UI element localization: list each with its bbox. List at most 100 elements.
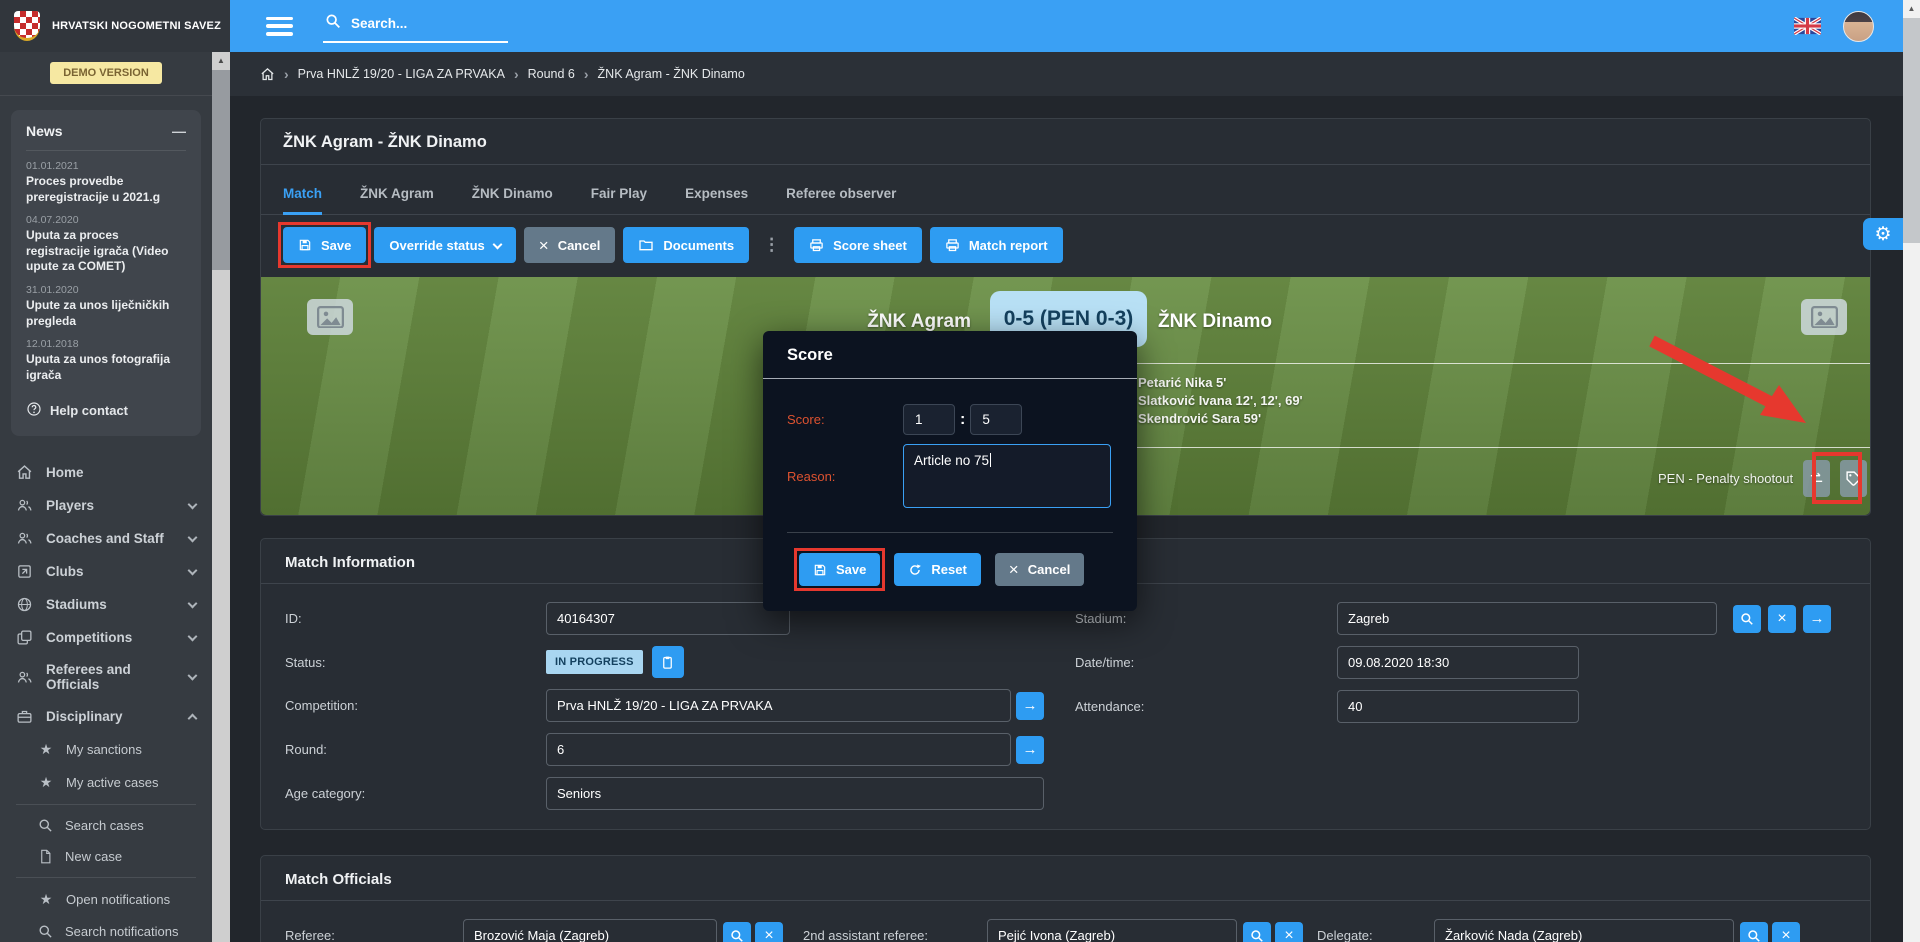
stadium-clear-button[interactable]: × (1768, 605, 1796, 633)
page-title: ŽNK Agram - ŽNK Dinamo (261, 119, 1870, 164)
settings-gear-button[interactable]: ⚙ (1863, 218, 1903, 250)
modal-title: Score (763, 331, 1137, 379)
close-icon: × (764, 928, 773, 942)
swap-score-button[interactable] (1803, 460, 1830, 497)
breadcrumb-round[interactable]: Round 6 (528, 67, 575, 81)
datetime-label: Date/time: (1075, 655, 1337, 670)
reason-field[interactable]: Article no 75 (903, 444, 1111, 508)
scrollbar-thumb[interactable] (1903, 18, 1920, 243)
sidebar-item-home[interactable]: Home (0, 456, 212, 489)
assistant2-field[interactable] (987, 919, 1237, 942)
modal-save-button[interactable]: Save (799, 553, 880, 586)
tab-znk-agram[interactable]: ŽNK Agram (360, 186, 434, 215)
star-icon: ★ (38, 741, 54, 758)
stadiums-globe-icon (16, 596, 33, 613)
news-link[interactable]: Upute za unos liječničkih pregleda (26, 298, 186, 329)
delegate-search-button[interactable] (1740, 922, 1768, 942)
sidebar-item-coaches-and-staff[interactable]: Coaches and Staff (0, 522, 212, 555)
collapse-minus-icon[interactable]: — (172, 123, 186, 139)
goto-round-button[interactable]: → (1016, 736, 1044, 764)
referee-clear-button[interactable]: × (755, 922, 783, 942)
save-button[interactable]: Save (283, 227, 366, 263)
tag-score-button[interactable] (1840, 460, 1867, 497)
tab-fair-play[interactable]: Fair Play (591, 186, 647, 215)
toolbar: Save Override status × Cancel Documents … (261, 215, 1870, 277)
language-uk-flag-icon[interactable] (1794, 17, 1821, 35)
attendance-field[interactable] (1337, 690, 1579, 723)
stadium-field[interactable] (1337, 602, 1717, 635)
assistant2-search-button[interactable] (1243, 922, 1271, 942)
scrollbar-thumb[interactable] (212, 70, 230, 270)
global-search[interactable] (323, 10, 508, 43)
sidebar-item-referees-and-officials[interactable]: Referees and Officials (0, 654, 212, 700)
hamburger-menu-icon[interactable] (266, 17, 293, 36)
scroll-up-arrow-icon[interactable]: ▲ (212, 52, 230, 69)
override-status-button[interactable]: Override status (374, 227, 515, 263)
user-avatar[interactable] (1843, 11, 1874, 42)
assistant2-clear-button[interactable]: × (1275, 922, 1303, 942)
home-icon (16, 464, 33, 481)
tab-znk-dinamo[interactable]: ŽNK Dinamo (472, 186, 553, 215)
id-field[interactable] (546, 602, 790, 635)
status-history-button[interactable] (652, 646, 684, 678)
home-score-field[interactable] (903, 404, 955, 435)
score-sheet-button[interactable]: Score sheet (794, 227, 922, 263)
sidebar-item-players[interactable]: Players (0, 489, 212, 522)
clubs-icon (16, 563, 33, 580)
sidebar-item-disciplinary[interactable]: Disciplinary (0, 700, 212, 733)
breadcrumb-competition[interactable]: Prva HNLŽ 19/20 - LIGA ZA PRVAKA (298, 67, 505, 81)
sidebar-item-search-notifications[interactable]: Search notifications (0, 916, 212, 942)
help-contact-link[interactable]: Help contact (26, 401, 186, 420)
competition-field[interactable] (546, 689, 1011, 722)
scorer-line: Slatković Ivana 12', 12', 69' (1138, 392, 1303, 410)
goto-competition-button[interactable]: → (1016, 692, 1044, 720)
news-panel: News — 01.01.2021 Proces provedbe prereg… (11, 110, 201, 436)
stadium-label: Stadium: (1075, 611, 1337, 626)
sidebar-item-my-sanctions[interactable]: ★ My sanctions (0, 733, 212, 766)
sidebar-scrollbar[interactable]: ▲ (212, 52, 230, 942)
tab-expenses[interactable]: Expenses (685, 186, 748, 215)
text-cursor (990, 453, 991, 467)
kebab-dots-icon[interactable]: ⋮ (757, 235, 786, 255)
printer-icon (809, 238, 824, 253)
away-score-field[interactable] (970, 404, 1022, 435)
sidebar-item-stadiums[interactable]: Stadiums (0, 588, 212, 621)
referee-search-button[interactable] (723, 922, 751, 942)
documents-button[interactable]: Documents (623, 227, 749, 263)
divider (16, 877, 196, 878)
search-input[interactable] (351, 16, 491, 31)
score-separator: : (960, 411, 965, 429)
tab-match[interactable]: Match (283, 186, 322, 215)
sidebar-item-clubs[interactable]: Clubs (0, 555, 212, 588)
delegate-label: Delegate: (1317, 928, 1434, 942)
age-category-field[interactable] (546, 777, 1044, 810)
tab-referee-observer[interactable]: Referee observer (786, 186, 896, 215)
delegate-clear-button[interactable]: × (1772, 922, 1800, 942)
search-icon (1740, 612, 1754, 626)
main-scrollbar[interactable]: ▲ (1903, 0, 1920, 942)
modal-reset-button[interactable]: Reset (894, 553, 980, 586)
news-link[interactable]: Uputa za unos fotografija igrača (26, 352, 186, 383)
sidebar-item-search-cases[interactable]: Search cases (0, 810, 212, 841)
close-icon: × (1781, 928, 1790, 942)
sidebar-item-my-active-cases[interactable]: ★ My active cases (0, 766, 212, 799)
scroll-up-arrow-icon[interactable]: ▲ (1903, 0, 1920, 17)
delegate-field[interactable] (1434, 919, 1734, 942)
stadium-search-button[interactable] (1733, 605, 1761, 633)
sidebar-item-open-notifications[interactable]: ★ Open notifications (0, 883, 212, 916)
datetime-field[interactable] (1337, 646, 1579, 679)
save-icon (813, 563, 827, 577)
close-icon: × (1284, 928, 1293, 942)
round-field[interactable] (546, 733, 1011, 766)
breadcrumb-match[interactable]: ŽNK Agram - ŽNK Dinamo (598, 67, 745, 81)
news-link[interactable]: Uputa za proces registracije igrača (Vid… (26, 228, 186, 275)
modal-cancel-button[interactable]: × Cancel (995, 553, 1085, 586)
cancel-button[interactable]: × Cancel (524, 227, 616, 263)
referee-field[interactable] (463, 919, 717, 942)
news-link[interactable]: Proces provedbe preregistracije u 2021.g (26, 174, 186, 205)
match-report-button[interactable]: Match report (930, 227, 1063, 263)
sidebar-item-competitions[interactable]: Competitions (0, 621, 212, 654)
sidebar-item-new-case[interactable]: New case (0, 841, 212, 872)
goto-stadium-button[interactable]: → (1803, 605, 1831, 633)
home-icon[interactable] (260, 67, 275, 82)
